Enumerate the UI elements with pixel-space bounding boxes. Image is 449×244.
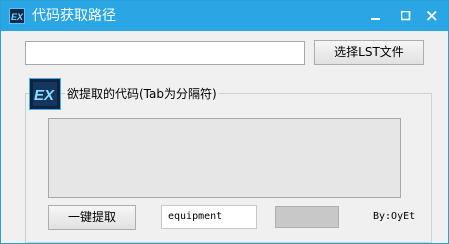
group-label: 欲提取的代码(Tab为分隔符) (65, 87, 219, 101)
maximize-icon (401, 11, 411, 21)
window-title: 代码获取路径 (32, 8, 116, 24)
client-area: 选择LST文件 EX 欲提取的代码(Tab为分隔符) 一键提取 equipmen… (1, 31, 448, 243)
keyword-input[interactable]: equipment (161, 205, 257, 229)
title-bar[interactable]: EX 代码获取路径 (1, 1, 448, 31)
code-textarea[interactable] (48, 118, 401, 198)
author-label: By:OyEt (373, 211, 416, 222)
minimize-icon (371, 18, 380, 20)
svg-text:EX: EX (11, 12, 24, 22)
close-button[interactable] (417, 1, 447, 31)
lst-path-input[interactable] (25, 41, 305, 65)
minimize-button[interactable] (361, 1, 391, 31)
app-window: EX 代码获取路径 选择LST文件 EX 欲提取的代码(Tab为分隔符) 一键提… (0, 0, 449, 244)
ex-logo-icon: EX (29, 78, 61, 110)
svg-text:EX: EX (34, 87, 55, 104)
select-lst-button[interactable]: 选择LST文件 (314, 40, 424, 65)
close-icon (427, 11, 437, 21)
ex-logo-icon: EX (9, 8, 25, 24)
status-box (275, 206, 339, 228)
extract-button[interactable]: 一键提取 (48, 205, 136, 230)
